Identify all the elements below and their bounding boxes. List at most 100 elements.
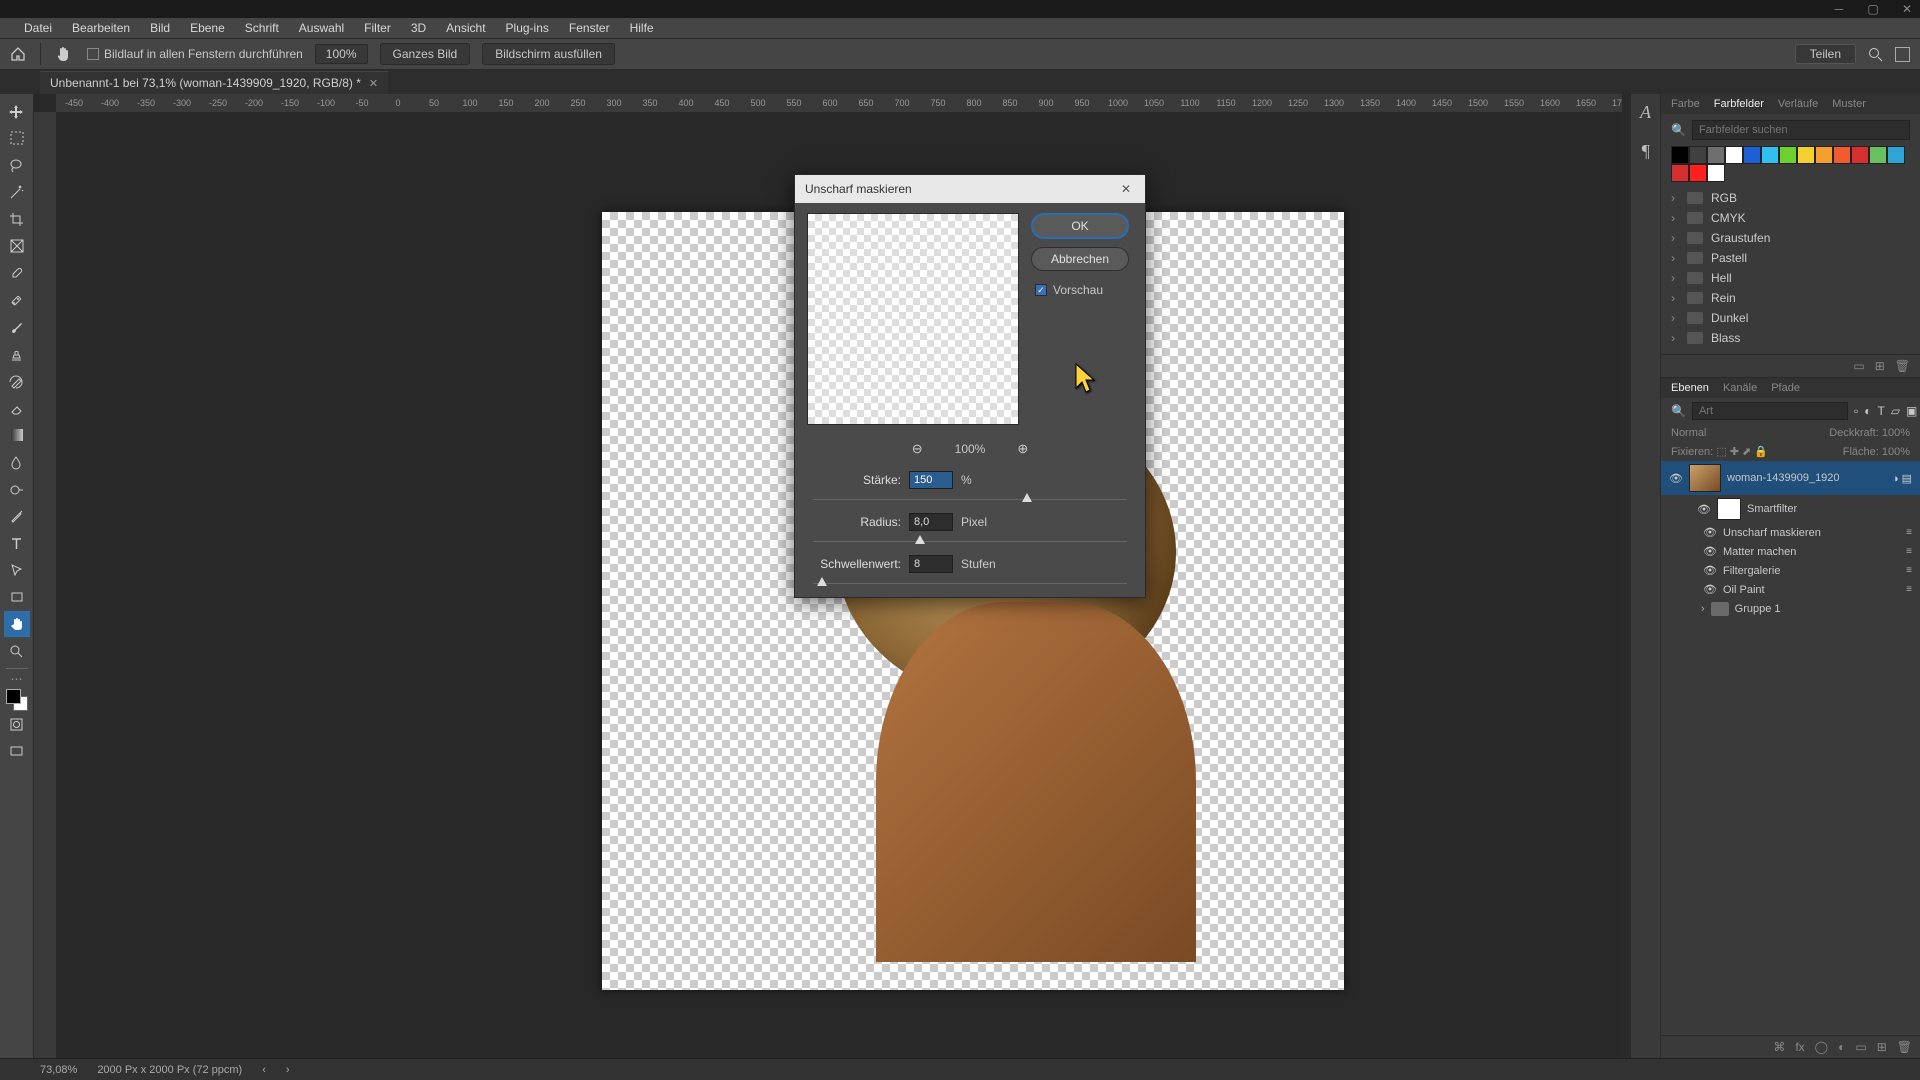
blend-mode-select[interactable]: Normal	[1671, 427, 1706, 439]
ok-button[interactable]: OK	[1031, 213, 1129, 239]
gradient-tool[interactable]	[4, 422, 30, 448]
zoom-tool[interactable]	[4, 638, 30, 664]
filter-settings-icon[interactable]: ≡	[1906, 546, 1912, 557]
status-docinfo[interactable]: 2000 Px x 2000 Px (72 ppcm)	[97, 1064, 242, 1076]
pen-tool[interactable]	[4, 503, 30, 529]
frame-tool[interactable]	[4, 233, 30, 259]
menu-ebene[interactable]: Ebene	[190, 21, 225, 35]
status-nav-left-icon[interactable]: ‹	[262, 1064, 266, 1076]
swatch[interactable]	[1671, 146, 1689, 164]
swatch[interactable]	[1707, 164, 1725, 182]
swatch[interactable]	[1869, 146, 1887, 164]
smartfilter-item[interactable]: 👁Oil Paint≡	[1661, 580, 1920, 599]
blur-tool[interactable]	[4, 449, 30, 475]
visibility-icon[interactable]: 👁	[1703, 526, 1717, 539]
status-zoom[interactable]: 73,08%	[40, 1064, 77, 1076]
filter-type-icon[interactable]: T	[1877, 404, 1884, 418]
move-tool[interactable]	[4, 98, 30, 124]
expand-icon[interactable]: ›	[1701, 603, 1705, 615]
fill-screen-button[interactable]: Bildschirm ausfüllen	[482, 43, 615, 65]
tab-farbe[interactable]: Farbe	[1671, 98, 1700, 110]
status-nav-right-icon[interactable]: ›	[286, 1064, 290, 1076]
checkbox-icon[interactable]	[87, 48, 99, 60]
edit-toolbar-icon[interactable]: ⋯	[4, 672, 30, 686]
expand-icon[interactable]: ›	[1671, 251, 1679, 265]
fit-whole-button[interactable]: Ganzes Bild	[380, 43, 471, 65]
opacity-value[interactable]: 100%	[1882, 427, 1910, 439]
menu-auswahl[interactable]: Auswahl	[299, 21, 344, 35]
expand-icon[interactable]: ›	[1671, 331, 1679, 345]
swatch[interactable]	[1743, 146, 1761, 164]
hand-tool[interactable]	[4, 611, 30, 637]
stamp-tool[interactable]	[4, 341, 30, 367]
share-button[interactable]: Teilen	[1795, 44, 1856, 64]
swatch[interactable]	[1689, 164, 1707, 182]
swatch-group[interactable]: ›Blass	[1671, 328, 1910, 348]
visibility-icon[interactable]: 👁	[1703, 564, 1717, 577]
history-brush-tool[interactable]	[4, 368, 30, 394]
search-icon[interactable]	[1868, 47, 1883, 62]
tab-kanaele[interactable]: Kanäle	[1723, 382, 1757, 394]
new-group-icon[interactable]: ▭	[1855, 1040, 1866, 1054]
swatch-group[interactable]: ›Dunkel	[1671, 308, 1910, 328]
filter-pixel-icon[interactable]: ▫	[1854, 404, 1858, 418]
wand-tool[interactable]	[4, 179, 30, 205]
visibility-icon[interactable]: 👁	[1703, 583, 1717, 596]
filter-settings-icon[interactable]: ≡	[1906, 565, 1912, 576]
lasso-tool[interactable]	[4, 152, 30, 178]
swatch[interactable]	[1671, 164, 1689, 182]
swatch[interactable]	[1725, 146, 1743, 164]
swatch[interactable]	[1707, 146, 1725, 164]
preview-checkbox[interactable]: ✓ Vorschau	[1031, 279, 1133, 297]
swatch[interactable]	[1833, 146, 1851, 164]
filter-settings-icon[interactable]: ≡	[1906, 527, 1912, 538]
filter-settings-icon[interactable]: ≡	[1906, 584, 1912, 595]
layer-smartfilter[interactable]: 👁 Smartfilter	[1661, 495, 1920, 523]
tab-close-icon[interactable]: ✕	[369, 77, 378, 90]
mask-icon[interactable]: ◯	[1815, 1040, 1828, 1054]
swatch[interactable]	[1887, 146, 1905, 164]
swatch-group[interactable]: ›Hell	[1671, 268, 1910, 288]
quickmask-icon[interactable]	[4, 711, 30, 737]
tab-farbfelder[interactable]: Farbfelder	[1714, 98, 1764, 110]
swatch[interactable]	[1761, 146, 1779, 164]
character-panel-icon[interactable]: A	[1640, 102, 1651, 123]
layer-main[interactable]: 👁 woman-1439909_1920 ◑ ▤	[1661, 461, 1920, 495]
zoom-field[interactable]: 100%	[315, 44, 368, 64]
fill-value[interactable]: 100%	[1882, 446, 1910, 458]
menu-ansicht[interactable]: Ansicht	[446, 21, 485, 35]
threshold-input[interactable]	[909, 555, 953, 573]
tab-ebenen[interactable]: Ebenen	[1671, 382, 1709, 394]
swatch-group[interactable]: ›Graustufen	[1671, 228, 1910, 248]
amount-slider[interactable]	[813, 493, 1127, 507]
maximize-icon[interactable]: ▢	[1866, 2, 1880, 16]
dodge-tool[interactable]	[4, 476, 30, 502]
swatch[interactable]	[1797, 146, 1815, 164]
adjustment-icon[interactable]: ◐	[1838, 1040, 1845, 1054]
expand-icon[interactable]: ›	[1671, 231, 1679, 245]
link-icon[interactable]: ⌘	[1773, 1040, 1785, 1054]
canvas-scrollbar[interactable]	[1622, 94, 1630, 1058]
rectangle-tool[interactable]	[4, 584, 30, 610]
cancel-button[interactable]: Abbrechen	[1031, 247, 1129, 271]
swatch-group[interactable]: ›Rein	[1671, 288, 1910, 308]
menu-bild[interactable]: Bild	[150, 21, 170, 35]
expand-icon[interactable]: ›	[1671, 191, 1679, 205]
type-tool[interactable]	[4, 530, 30, 556]
crop-tool[interactable]	[4, 206, 30, 232]
tab-pfade[interactable]: Pfade	[1771, 382, 1800, 394]
radius-input[interactable]	[909, 513, 953, 531]
swatch-group[interactable]: ›RGB	[1671, 188, 1910, 208]
paragraph-panel-icon[interactable]: ¶	[1641, 141, 1650, 162]
document-tab[interactable]: Unbenannt-1 bei 73,1% (woman-1439909_192…	[40, 71, 388, 94]
menu-datei[interactable]: Datei	[24, 21, 52, 35]
delete-swatch-icon[interactable]: 🗑	[1895, 359, 1910, 373]
expand-icon[interactable]: ›	[1671, 271, 1679, 285]
threshold-slider[interactable]	[813, 577, 1127, 591]
filter-shape-icon[interactable]: ▱	[1891, 404, 1900, 418]
zoom-out-icon[interactable]: ⊖	[912, 441, 923, 457]
checkbox-icon[interactable]: ✓	[1035, 284, 1047, 296]
layer-kind-input[interactable]	[1692, 402, 1848, 420]
close-icon[interactable]: ✕	[1900, 2, 1914, 16]
filter-smart-icon[interactable]: ▣	[1906, 404, 1917, 418]
